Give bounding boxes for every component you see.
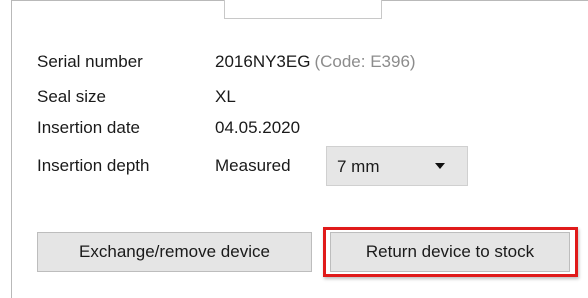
device-details-panel: Serial number 2016NY3EG (Code: E396) Seal… xyxy=(0,0,588,298)
insertion-depth-mode: Measured xyxy=(215,156,291,175)
seal-size-label: Seal size xyxy=(37,87,106,106)
tab-stub xyxy=(224,0,382,19)
serial-code-hint: (Code: E396) xyxy=(314,52,416,71)
insertion-depth-select[interactable]: 7 mm xyxy=(326,146,468,186)
serial-number-value-group: 2016NY3EG (Code: E396) xyxy=(215,52,416,72)
serial-number-value: 2016NY3EG xyxy=(215,52,311,71)
exchange-remove-device-label: Exchange/remove device xyxy=(79,242,270,261)
return-device-to-stock-label: Return device to stock xyxy=(365,242,535,261)
exchange-remove-device-button[interactable]: Exchange/remove device xyxy=(37,232,312,272)
insertion-date-label: Insertion date xyxy=(37,118,141,137)
insertion-depth-selected-value: 7 mm xyxy=(337,157,380,176)
insertion-date-value: 04.05.2020 xyxy=(215,118,301,137)
return-device-to-stock-button[interactable]: Return device to stock xyxy=(330,232,570,272)
chevron-down-icon xyxy=(435,163,445,169)
seal-size-value: XL xyxy=(215,87,236,106)
serial-number-label: Serial number xyxy=(37,52,143,71)
insertion-depth-label: Insertion depth xyxy=(37,156,150,175)
